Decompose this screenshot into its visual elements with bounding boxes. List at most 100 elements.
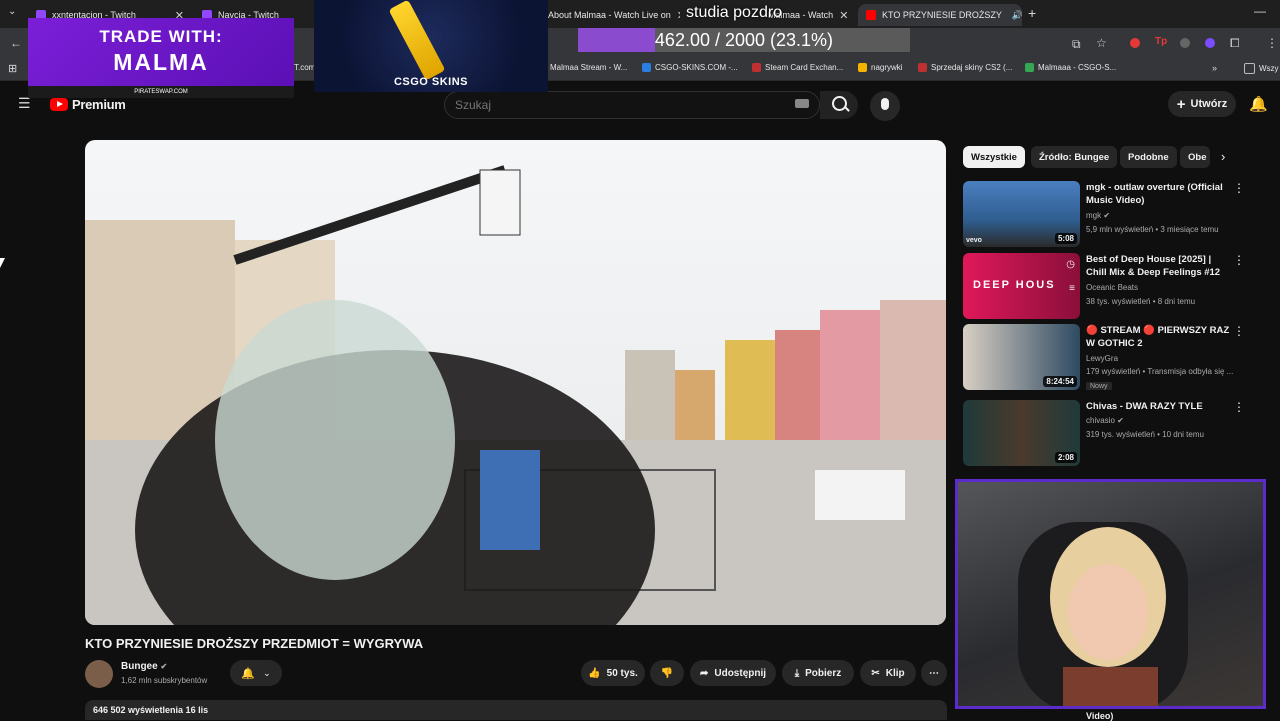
mouse-cursor (0, 258, 5, 268)
recommendation-item[interactable]: 8:24:54 🔴 STREAM 🔴 PIERWSZY RAZ W GOTHIC… (963, 324, 1263, 390)
more-actions-button[interactable]: ⋯ (921, 660, 947, 686)
create-button[interactable]: + Utwórz (1168, 91, 1236, 117)
bell-icon: 🔔 (241, 667, 256, 680)
promo-name: MALMA (113, 49, 209, 75)
recommendation-item[interactable]: vevo 5:08 mgk - outlaw overture (Officia… (963, 181, 1263, 247)
bookmark-nagrywki[interactable]: nagrywki (858, 63, 903, 72)
more-dots-icon: ⋯ (929, 667, 939, 679)
drive-icon (858, 63, 867, 72)
close-tab-icon[interactable]: ✕ (839, 9, 848, 22)
share-button[interactable]: ➦ Udostępnij (690, 660, 776, 686)
dislike-button[interactable]: 👎 (650, 660, 684, 686)
promo-headline: TRADE WITH: (99, 27, 223, 46)
subscription-bell-button[interactable]: 🔔 ⌄ (230, 660, 282, 686)
description-box[interactable]: 646 502 wyświetlenia 16 lis (85, 700, 947, 720)
webcam-frame (1018, 522, 1188, 706)
bookmark-favicon (752, 63, 761, 72)
bookmark-star-icon[interactable]: ☆ (1096, 36, 1107, 50)
notifications-bell-icon[interactable]: 🔔 (1249, 95, 1268, 113)
bookmark-malmaaa-csgo[interactable]: Malmaaa - CSGO-S... (1025, 63, 1116, 72)
new-tab-button[interactable]: + (1028, 5, 1036, 21)
minimize-icon[interactable]: — (1254, 4, 1266, 18)
video-thumbnail: vevo 5:08 (963, 181, 1080, 247)
apps-grid-icon[interactable]: ⊞ (8, 62, 17, 75)
microphone-icon (881, 98, 889, 110)
chip-watched[interactable]: Obe (1180, 146, 1210, 168)
tab-about-malmaa[interactable]: About Malmaa - Watch Live on ✕ (540, 4, 680, 26)
knife-icon (388, 0, 446, 81)
tab-youtube-active[interactable]: KTO PRZYNIESIE DROŻSZY 🔊 ✕ (858, 4, 1022, 26)
chevron-right-icon[interactable]: › (1221, 149, 1225, 164)
bookmark-csgo-skins[interactable]: CSGO-SKINS.COM -... (642, 63, 738, 72)
add-to-queue-icon: ≡ (1069, 283, 1075, 294)
video-thumbnail: 2:08 (963, 400, 1080, 466)
more-options-icon[interactable]: ⋮ (1233, 253, 1245, 267)
youtube-play-icon (50, 98, 68, 111)
globe-icon (642, 63, 651, 72)
trade-promo-overlay: TRADE WITH: MALMA PIRATESWAP.COM (28, 18, 294, 98)
install-icon[interactable]: ⧉ (1072, 37, 1081, 52)
tab-search-icon[interactable]: ⌄ (8, 6, 16, 17)
youtube-icon (866, 10, 876, 20)
recommendation-item[interactable]: DEEP HOUS ◷ ≡ Best of Deep House [2025] … (963, 253, 1263, 319)
extension-purple-icon[interactable] (1205, 38, 1215, 48)
search-input[interactable] (445, 92, 785, 118)
extension-gray-icon[interactable] (1180, 38, 1190, 48)
sheets-icon (1025, 63, 1034, 72)
plus-icon: + (1176, 95, 1186, 113)
goal-label: 462.00 / 2000 (23.1%) (654, 30, 834, 50)
close-tab-icon[interactable]: ✕ (677, 9, 680, 22)
views-and-date: 646 502 wyświetlenia 16 lis (93, 705, 209, 715)
bookmark-favicon (918, 63, 927, 72)
extensions-puzzle-icon[interactable]: ⧠ (1230, 36, 1240, 51)
profile-icon[interactable]: ⋮ (1266, 36, 1278, 50)
search-button[interactable] (820, 91, 858, 119)
bookmark-all[interactable]: Wszy (1244, 63, 1279, 74)
channel-avatar[interactable] (85, 660, 113, 688)
back-icon[interactable]: ← (10, 36, 22, 50)
more-options-icon[interactable]: ⋮ (1233, 324, 1245, 338)
video-thumbnail: 8:24:54 (963, 324, 1080, 390)
bookmark-steam-card[interactable]: Steam Card Exchan... (752, 63, 843, 72)
chip-similar[interactable]: Podobne (1120, 146, 1177, 168)
search-box[interactable] (444, 91, 820, 119)
stream-caption: studia pozdro (686, 4, 783, 21)
video-thumbnail: DEEP HOUS ◷ ≡ (963, 253, 1080, 319)
verified-icon: ✔ (1103, 211, 1111, 220)
channel-name[interactable]: Bungee ✔ (121, 661, 167, 672)
chip-all[interactable]: Wszystkie (963, 146, 1025, 168)
more-options-icon[interactable]: ⋮ (1233, 181, 1245, 195)
extension-red-icon[interactable] (1130, 38, 1140, 48)
streamer-webcam (955, 479, 1266, 709)
like-button[interactable]: 👍 50 tys. (581, 660, 645, 686)
bookmark-sprzedaj-skiny[interactable]: Sprzedaj skiny CS2 (... (918, 63, 1012, 72)
download-icon: ⤓ (794, 667, 800, 679)
verified-icon: ✔ (1117, 416, 1124, 425)
youtube-logo[interactable]: Premium (50, 97, 126, 112)
more-options-icon[interactable]: ⋮ (1233, 400, 1245, 414)
watch-later-icon: ◷ (1066, 259, 1075, 270)
video-player[interactable] (85, 140, 946, 625)
more-bookmarks-icon[interactable]: » (1212, 63, 1217, 73)
promo-url: PIRATESWAP.COM (28, 86, 294, 98)
video-frame (85, 140, 946, 625)
csgo-skins-logo: CSGO SKINS (393, 76, 469, 88)
verified-icon: ✔ (160, 662, 168, 671)
speaker-icon[interactable]: 🔊 (1012, 10, 1022, 21)
vevo-logo: vevo (966, 237, 982, 244)
thumbs-down-icon: 👎 (660, 667, 674, 679)
bookmark-malmaa-stream[interactable]: Malmaa Stream - W... (550, 63, 627, 72)
clip-button[interactable]: ✂ Klip (860, 660, 916, 686)
extension-tp-icon[interactable]: Tp (1155, 36, 1167, 47)
new-badge: Nowy (1086, 382, 1112, 390)
scissors-icon: ✂ (871, 667, 880, 679)
recommendation-item[interactable]: 2:08 Chivas - DWA RAZY TYLE chivasio ✔ 3… (963, 400, 1263, 466)
download-button[interactable]: ⤓ Pobierz (782, 660, 854, 686)
csgo-skins-overlay: CSGO SKINS (314, 0, 548, 92)
bookmark-fragment[interactable]: T.com (294, 63, 315, 72)
chip-source-bungee[interactable]: Źródło: Bungee (1031, 146, 1118, 168)
voice-search-button[interactable] (870, 91, 900, 121)
subscriber-count: 1,62 mln subskrybentów (121, 676, 208, 685)
video-title: KTO PRZYNIESIE DROŻSZY PRZEDMIOT = WYGRY… (85, 636, 424, 651)
keyboard-icon[interactable] (795, 99, 809, 108)
